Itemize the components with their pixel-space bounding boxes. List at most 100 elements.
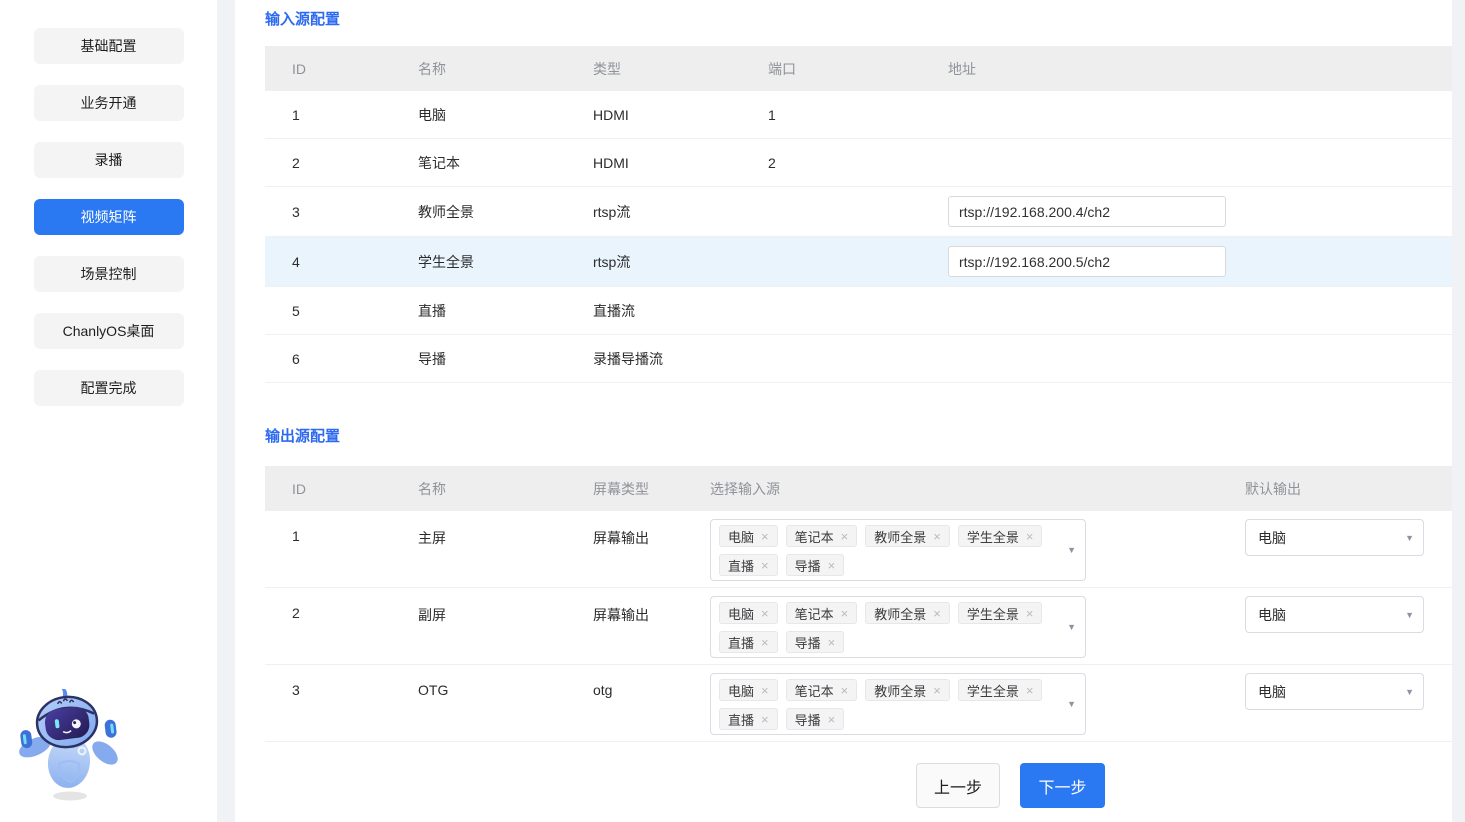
previous-step-button[interactable]: 上一步 — [916, 763, 1000, 808]
selected-tag[interactable]: 导播× — [786, 708, 845, 730]
selected-tag[interactable]: 教师全景× — [865, 525, 950, 547]
output-row-2: 2 副屏 屏幕输出 电脑× 笔记本× 教师全景× 学生全景× 直播× 导播× ▼ — [265, 588, 1452, 665]
selected-tag[interactable]: 笔记本× — [786, 679, 858, 701]
selected-tag[interactable]: 直播× — [719, 631, 778, 653]
cell-default-output: 电脑 ▼ — [1218, 511, 1452, 556]
cell-address — [921, 91, 1452, 138]
remove-tag-icon[interactable]: × — [761, 712, 769, 727]
input-source-multiselect[interactable]: 电脑× 笔记本× 教师全景× 学生全景× 直播× 导播× ▼ — [710, 673, 1086, 735]
output-row-3: 3 OTG otg 电脑× 笔记本× 教师全景× 学生全景× 直播× 导播× ▼ — [265, 665, 1452, 742]
remove-tag-icon[interactable]: × — [1026, 606, 1034, 621]
remove-tag-icon[interactable]: × — [933, 529, 941, 544]
selected-tag[interactable]: 笔记本× — [786, 602, 858, 624]
default-output-select[interactable]: 电脑 ▼ — [1245, 673, 1424, 710]
selected-tag[interactable]: 导播× — [786, 554, 845, 576]
column-header-id: ID — [265, 46, 391, 91]
cell-id: 2 — [265, 588, 391, 621]
remove-tag-icon[interactable]: × — [841, 683, 849, 698]
sidebar-item-config-complete[interactable]: 配置完成 — [34, 370, 184, 406]
column-header-address: 地址 — [921, 46, 1452, 91]
input-row-1: 1 电脑 HDMI 1 — [265, 91, 1452, 139]
input-row-3: 3 教师全景 rtsp流 — [265, 187, 1452, 237]
remove-tag-icon[interactable]: × — [761, 606, 769, 621]
remove-tag-icon[interactable]: × — [761, 529, 769, 544]
column-header-port: 端口 — [741, 46, 921, 91]
robot-mascot-icon[interactable] — [12, 689, 122, 804]
remove-tag-icon[interactable]: × — [841, 529, 849, 544]
output-table-header: ID 名称 屏幕类型 选择输入源 默认输出 — [265, 466, 1452, 511]
cell-type: rtsp流 — [566, 237, 741, 286]
input-source-multiselect[interactable]: 电脑× 笔记本× 教师全景× 学生全景× 直播× 导播× ▼ — [710, 596, 1086, 658]
cell-id: 3 — [265, 187, 391, 236]
cell-id: 2 — [265, 139, 391, 186]
cell-screen-type: 屏幕输出 — [566, 588, 683, 625]
remove-tag-icon[interactable]: × — [1026, 529, 1034, 544]
sidebar: 基础配置 业务开通 录播 视频矩阵 场景控制 ChanlyOS桌面 配置完成 — [0, 0, 217, 822]
remove-tag-icon[interactable]: × — [828, 712, 836, 727]
remove-tag-icon[interactable]: × — [828, 558, 836, 573]
input-row-4: 4 学生全景 rtsp流 — [265, 237, 1452, 287]
remove-tag-icon[interactable]: × — [761, 558, 769, 573]
selected-tag[interactable]: 电脑× — [719, 602, 778, 624]
input-source-multiselect[interactable]: 电脑× 笔记本× 教师全景× 学生全景× 直播× 导播× ▼ — [710, 519, 1086, 581]
sidebar-item-business-activation[interactable]: 业务开通 — [34, 85, 184, 121]
address-input[interactable] — [948, 246, 1226, 277]
cell-name: 笔记本 — [391, 139, 566, 186]
selected-tag[interactable]: 学生全景× — [958, 679, 1043, 701]
cell-address — [921, 187, 1452, 236]
cell-address — [921, 287, 1452, 334]
remove-tag-icon[interactable]: × — [933, 606, 941, 621]
remove-tag-icon[interactable]: × — [933, 683, 941, 698]
selected-tag[interactable]: 直播× — [719, 708, 778, 730]
column-header-screen-type: 屏幕类型 — [566, 466, 683, 511]
selected-tag[interactable]: 笔记本× — [786, 525, 858, 547]
output-section-title: 输出源配置 — [265, 427, 1452, 447]
cell-address — [921, 139, 1452, 186]
cell-name: 副屏 — [391, 588, 566, 625]
sidebar-item-chanlyos-desktop[interactable]: ChanlyOS桌面 — [34, 313, 184, 349]
selected-tag[interactable]: 教师全景× — [865, 602, 950, 624]
cell-type: rtsp流 — [566, 187, 741, 236]
cell-type: 录播导播流 — [566, 335, 741, 382]
chevron-down-icon: ▼ — [1067, 545, 1076, 555]
selected-tag[interactable]: 学生全景× — [958, 525, 1043, 547]
input-source-table: ID 名称 类型 端口 地址 1 电脑 HDMI 1 2 笔记本 HDMI 2 … — [265, 46, 1452, 383]
selected-tag[interactable]: 教师全景× — [865, 679, 950, 701]
default-output-select[interactable]: 电脑 ▼ — [1245, 519, 1424, 556]
cell-name: OTG — [391, 665, 566, 698]
cell-id: 6 — [265, 335, 391, 382]
default-output-select[interactable]: 电脑 ▼ — [1245, 596, 1424, 633]
cell-default-output: 电脑 ▼ — [1218, 665, 1452, 710]
selected-tag[interactable]: 电脑× — [719, 525, 778, 547]
input-row-5: 5 直播 直播流 — [265, 287, 1452, 335]
address-input[interactable] — [948, 196, 1226, 227]
selected-tag[interactable]: 直播× — [719, 554, 778, 576]
remove-tag-icon[interactable]: × — [761, 683, 769, 698]
remove-tag-icon[interactable]: × — [761, 635, 769, 650]
remove-tag-icon[interactable]: × — [841, 606, 849, 621]
cell-type: 直播流 — [566, 287, 741, 334]
sidebar-item-recording[interactable]: 录播 — [34, 142, 184, 178]
cell-select-input-source: 电脑× 笔记本× 教师全景× 学生全景× 直播× 导播× ▼ — [683, 665, 1218, 735]
input-section-title: 输入源配置 — [265, 10, 1452, 30]
sidebar-item-basic-config[interactable]: 基础配置 — [34, 28, 184, 64]
cell-type: HDMI — [566, 139, 741, 186]
selected-tag[interactable]: 电脑× — [719, 679, 778, 701]
selected-tag[interactable]: 导播× — [786, 631, 845, 653]
input-row-6: 6 导播 录播导播流 — [265, 335, 1452, 383]
cell-id: 3 — [265, 665, 391, 698]
cell-address — [921, 335, 1452, 382]
chevron-down-icon: ▼ — [1405, 610, 1414, 620]
column-header-type: 类型 — [566, 46, 741, 91]
remove-tag-icon[interactable]: × — [828, 635, 836, 650]
selected-tag[interactable]: 学生全景× — [958, 602, 1043, 624]
wizard-footer: 上一步 下一步 — [916, 763, 1452, 808]
cell-name: 电脑 — [391, 91, 566, 138]
cell-port: 2 — [741, 139, 921, 186]
chevron-down-icon: ▼ — [1067, 622, 1076, 632]
sidebar-item-video-matrix[interactable]: 视频矩阵 — [34, 199, 184, 235]
remove-tag-icon[interactable]: × — [1026, 683, 1034, 698]
next-step-button[interactable]: 下一步 — [1020, 763, 1105, 808]
sidebar-item-scene-control[interactable]: 场景控制 — [34, 256, 184, 292]
cell-select-input-source: 电脑× 笔记本× 教师全景× 学生全景× 直播× 导播× ▼ — [683, 588, 1218, 658]
